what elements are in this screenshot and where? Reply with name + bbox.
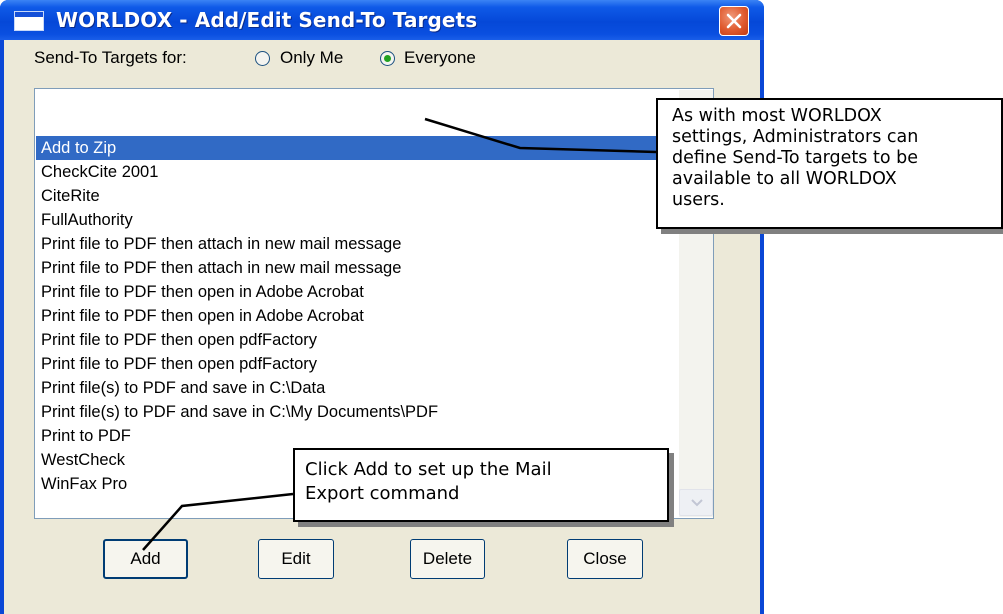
title-bar[interactable]: WORLDOX - Add/Edit Send-To Targets bbox=[0, 0, 764, 40]
scroll-down-button[interactable] bbox=[679, 489, 713, 516]
list-item[interactable]: Print to PDF bbox=[36, 424, 676, 448]
add-button[interactable]: Add bbox=[103, 539, 188, 579]
list-item[interactable]: Print file(s) to PDF and save in C:\Data bbox=[36, 376, 676, 400]
list-item[interactable]: Add to Zip bbox=[36, 136, 676, 160]
add-callout: Click Add to set up the Mail Export comm… bbox=[293, 448, 669, 522]
list-item[interactable]: FullAuthority bbox=[36, 208, 676, 232]
close-icon bbox=[726, 13, 742, 29]
delete-button[interactable]: Delete bbox=[410, 539, 485, 579]
list-item[interactable]: Print file(s) to PDF and save in C:\My D… bbox=[36, 400, 676, 424]
targets-for-label: Send-To Targets for: bbox=[34, 48, 187, 67]
only-me-radio[interactable] bbox=[255, 51, 270, 66]
close-window-button[interactable] bbox=[719, 6, 749, 36]
list-item[interactable]: Print file to PDF then open pdfFactory bbox=[36, 352, 676, 376]
only-me-label[interactable]: Only Me bbox=[280, 48, 343, 68]
everyone-label[interactable]: Everyone bbox=[404, 48, 476, 68]
list-item[interactable]: Print file to PDF then attach in new mai… bbox=[36, 232, 676, 256]
chevron-down-icon bbox=[691, 499, 703, 507]
list-item[interactable]: CheckCite 2001 bbox=[36, 160, 676, 184]
close-button[interactable]: Close bbox=[567, 539, 643, 579]
edit-button[interactable]: Edit bbox=[258, 539, 334, 579]
list-item[interactable]: Print file to PDF then attach in new mai… bbox=[36, 256, 676, 280]
window-title: WORLDOX - Add/Edit Send-To Targets bbox=[56, 8, 478, 32]
list-item[interactable]: Print file to PDF then open in Adobe Acr… bbox=[36, 280, 676, 304]
list-item[interactable]: CiteRite bbox=[36, 184, 676, 208]
admin-callout: As with most WORLDOX settings, Administr… bbox=[656, 98, 1003, 229]
list-item[interactable]: Print file to PDF then open pdfFactory bbox=[36, 328, 676, 352]
window-icon bbox=[14, 11, 44, 31]
list-item[interactable]: Print file to PDF then open in Adobe Acr… bbox=[36, 304, 676, 328]
everyone-radio[interactable] bbox=[380, 51, 395, 66]
